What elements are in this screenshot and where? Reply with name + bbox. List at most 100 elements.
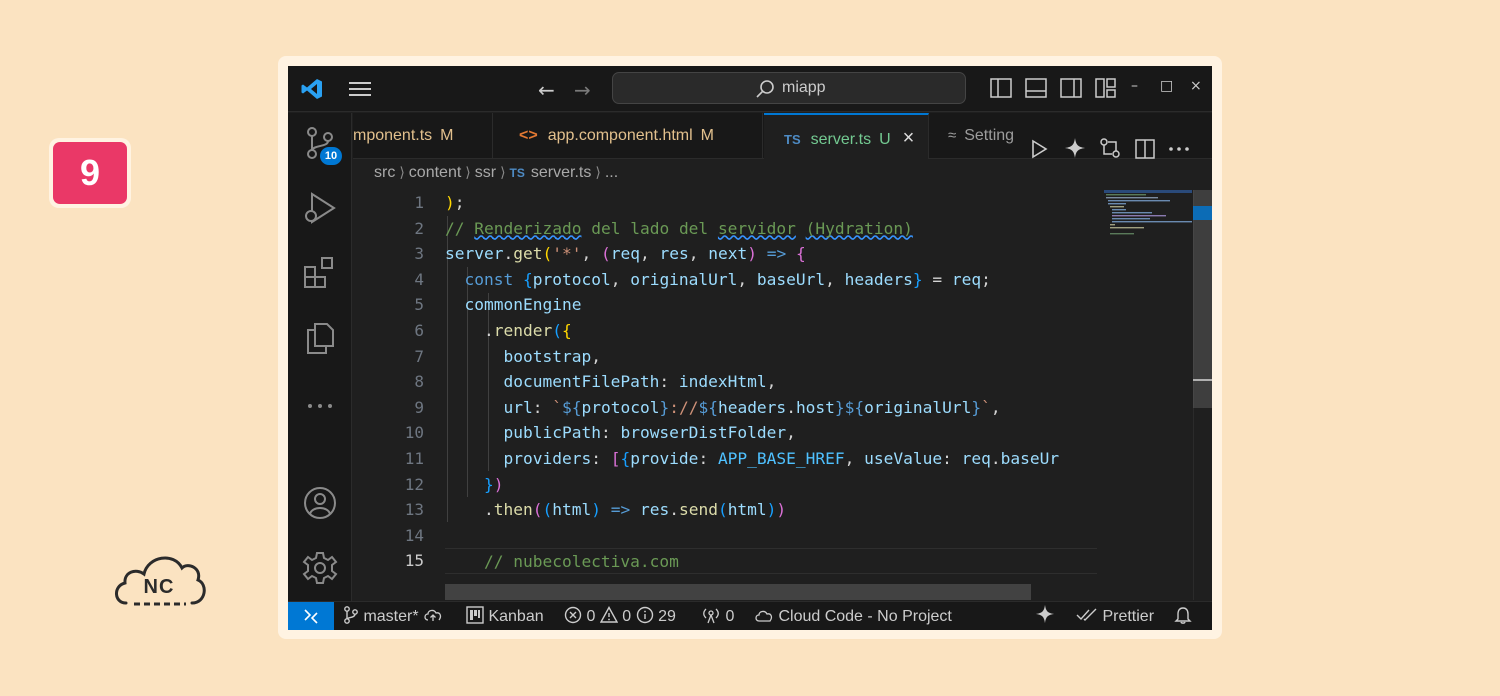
copilot-sparkle-icon — [1035, 604, 1055, 624]
copilot-sparkle-icon[interactable] — [1064, 125, 1086, 171]
minimize-button[interactable]: – — [1131, 78, 1138, 94]
toggle-secondary-sidebar-icon[interactable] — [1060, 78, 1082, 98]
chevron-right-icon: ⟩ — [595, 164, 601, 180]
remote-indicator[interactable] — [288, 602, 334, 630]
arrow-left-icon[interactable]: ← — [538, 78, 555, 102]
breadcrumb: src ⟩ content ⟩ ssr ⟩ TS server.ts ⟩... — [374, 164, 618, 182]
breadcrumb-file[interactable]: server.ts — [531, 164, 591, 181]
kanban-status[interactable]: Kanban — [466, 602, 544, 630]
extensions-icon[interactable] — [302, 255, 338, 291]
code-line[interactable]: bootstrap, — [445, 344, 1097, 370]
line-number: 8 — [414, 372, 424, 392]
maximize-button[interactable]: □ — [1160, 78, 1173, 94]
html-icon: <> — [519, 127, 538, 144]
explorer-icon[interactable] — [302, 320, 338, 356]
notifications-status[interactable] — [1174, 602, 1192, 630]
prettier-status[interactable]: Prettier — [1076, 602, 1154, 630]
code-line[interactable]: providers: [{provide: APP_BASE_HREF, use… — [445, 446, 1097, 472]
ts-icon: TS — [784, 132, 801, 147]
code-line[interactable]: const {protocol, originalUrl, baseUrl, h… — [445, 267, 1097, 293]
error-count: 0 — [586, 608, 596, 625]
code-line[interactable]: }) — [445, 472, 1097, 498]
minimap[interactable] — [1104, 190, 1192, 236]
run-debug-icon[interactable] — [302, 190, 338, 226]
search-text: miapp — [782, 79, 826, 96]
cloud-code-status[interactable]: Cloud Code - No Project — [754, 602, 952, 630]
line-number-gutter: 1 2 3 4 5 6 7 8 9 10 11 12 13 14 15 — [352, 190, 424, 574]
editor-tabs: mponent.ts M <> app.component.html M TS serv… — [353, 113, 1212, 159]
close-icon[interactable]: × — [903, 127, 915, 149]
tab-label: mponent.ts — [353, 127, 433, 144]
line-number: 9 — [414, 397, 424, 417]
remote-icon — [304, 609, 318, 624]
scroll-position-marker — [1193, 206, 1212, 220]
branch-status[interactable]: master* — [343, 602, 443, 630]
code-line[interactable]: url: `${protocol}://${headers.host}${ori… — [445, 395, 1097, 421]
code-line[interactable]: ); — [445, 190, 1097, 216]
chevron-right-icon: ⟩ — [465, 164, 471, 180]
prettier-label: Prettier — [1102, 608, 1155, 625]
more-actions-icon[interactable] — [1168, 126, 1190, 172]
code-line[interactable] — [445, 523, 1097, 549]
line-number-current: 15 — [404, 551, 424, 571]
code-line[interactable]: commonEngine — [445, 292, 1097, 318]
hamburger-menu-icon[interactable] — [349, 80, 371, 98]
tab-component-ts[interactable]: mponent.ts M — [353, 113, 493, 159]
run-file-icon[interactable] — [1029, 126, 1049, 172]
close-window-button[interactable]: × — [1190, 78, 1202, 94]
info-count: 29 — [658, 608, 676, 625]
line-number: 11 — [404, 448, 424, 468]
breadcrumb-item[interactable]: content — [409, 164, 461, 181]
customize-layout-icon[interactable] — [1095, 78, 1117, 98]
copilot-status[interactable] — [1035, 602, 1055, 630]
line-number: 14 — [404, 525, 424, 545]
line-number: 7 — [414, 346, 424, 366]
vertical-scrollbar-thumb[interactable] — [1193, 190, 1212, 408]
code-line[interactable]: .render({ — [445, 318, 1097, 344]
line-number: 13 — [404, 500, 424, 520]
activity-bar: 10 — [288, 113, 352, 601]
settings-icon: ≈ — [948, 127, 957, 144]
untracked-badge: U — [879, 131, 891, 148]
warning-icon — [599, 606, 618, 623]
line-number: 3 — [414, 244, 424, 264]
command-center-search[interactable]: miapp — [612, 72, 966, 104]
tab-app-component-html[interactable]: <> app.component.html M — [493, 113, 763, 159]
code-editor[interactable]: );// Renderizado del lado del servidor (… — [445, 190, 1097, 574]
tab-server-ts[interactable]: TS server.ts U × — [764, 113, 929, 159]
open-changes-icon[interactable] — [1099, 125, 1121, 171]
ports-count: 0 — [725, 608, 735, 625]
breadcrumb-item[interactable]: ssr — [475, 164, 496, 181]
breadcrumb-item[interactable]: src — [374, 164, 395, 181]
account-icon[interactable] — [302, 485, 338, 521]
brand-logo-text: NC — [143, 576, 175, 598]
horizontal-scrollbar[interactable] — [445, 584, 1031, 600]
toggle-primary-sidebar-icon[interactable] — [990, 78, 1012, 98]
tab-label: server.ts — [810, 131, 872, 148]
code-line[interactable]: // nubecolectiva.com — [445, 548, 1097, 574]
breadcrumb-more[interactable]: ... — [605, 164, 618, 181]
problems-status[interactable]: 0 0 29 — [564, 602, 676, 630]
code-line[interactable]: documentFilePath: indexHtml, — [445, 369, 1097, 395]
title-bar: ← → miapp – □ × — [288, 66, 1212, 112]
tab-settings[interactable]: ≈ Setting — [930, 113, 1022, 159]
code-line[interactable]: server.get('*', (req, res, next) => { — [445, 241, 1097, 267]
info-icon — [636, 606, 653, 624]
brand-logo: NC — [112, 550, 206, 610]
git-branch-icon — [344, 606, 358, 624]
toggle-panel-icon[interactable] — [1025, 78, 1047, 98]
code-line[interactable]: // Renderizado del lado del servidor (Hy… — [445, 216, 1097, 242]
vscode-logo-icon — [301, 79, 322, 99]
line-number: 6 — [414, 320, 424, 340]
more-icon[interactable] — [302, 388, 338, 424]
code-line[interactable]: publicPath: browserDistFolder, — [445, 420, 1097, 446]
settings-gear-icon[interactable] — [302, 550, 338, 586]
modified-badge: M — [700, 127, 714, 144]
code-line[interactable]: .then((html) => res.send(html)) — [445, 497, 1097, 523]
arrow-right-icon[interactable]: → — [574, 78, 591, 102]
line-number: 4 — [414, 269, 424, 289]
cursor-position-marker — [1193, 379, 1212, 381]
split-editor-icon[interactable] — [1135, 126, 1155, 172]
cloud-upload-icon[interactable] — [423, 606, 443, 624]
ports-status[interactable]: 0 — [701, 602, 734, 630]
